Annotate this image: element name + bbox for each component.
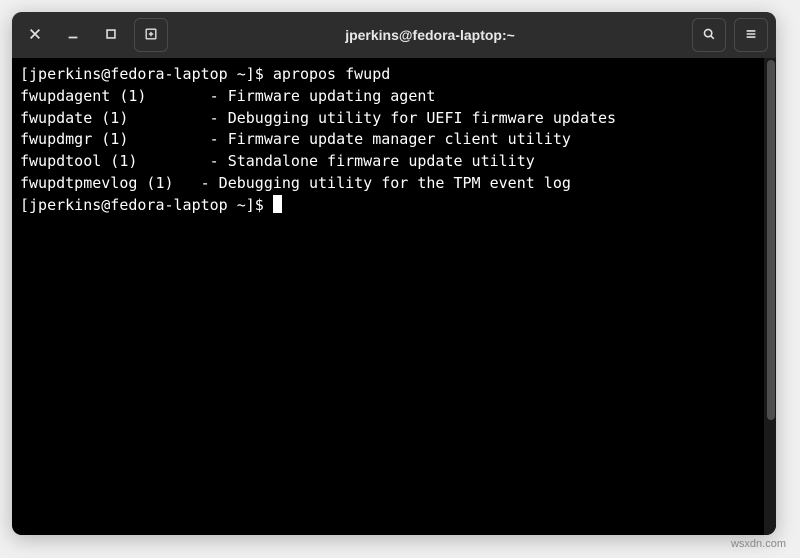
result-line: fwupdtool (1) - Standalone firmware upda…: [20, 151, 756, 173]
cursor-block: [273, 195, 282, 213]
man-desc: - Standalone firmware update utility: [210, 152, 535, 170]
close-button[interactable]: [20, 20, 50, 50]
hamburger-menu-icon: [744, 27, 758, 44]
terminal-window: jperkins@fedora-laptop:~ [jperkins@fedor…: [12, 12, 776, 535]
titlebar: jperkins@fedora-laptop:~: [12, 12, 776, 58]
shell-prompt: [jperkins@fedora-laptop ~]$: [20, 196, 273, 214]
man-desc: - Debugging utility for the TPM event lo…: [201, 174, 571, 192]
search-button[interactable]: [692, 18, 726, 52]
prompt-line: [jperkins@fedora-laptop ~]$: [20, 195, 756, 217]
maximize-icon: [104, 27, 118, 44]
scrollbar-thumb[interactable]: [767, 60, 775, 420]
terminal-area: [jperkins@fedora-laptop ~]$ apropos fwup…: [12, 58, 776, 535]
minimize-icon: [66, 27, 80, 44]
maximize-button[interactable]: [96, 20, 126, 50]
typed-command: apropos fwupd: [273, 65, 390, 83]
close-icon: [28, 27, 42, 44]
search-icon: [702, 27, 716, 44]
result-line: fwupdtpmevlog (1) - Debugging utility fo…: [20, 173, 756, 195]
menu-button[interactable]: [734, 18, 768, 52]
command-line: [jperkins@fedora-laptop ~]$ apropos fwup…: [20, 64, 756, 86]
result-line: fwupdmgr (1) - Firmware update manager c…: [20, 129, 756, 151]
terminal-output[interactable]: [jperkins@fedora-laptop ~]$ apropos fwup…: [12, 58, 764, 535]
shell-prompt: [jperkins@fedora-laptop ~]$: [20, 65, 273, 83]
man-entry: fwupdtool (1): [20, 152, 137, 170]
result-line: fwupdagent (1) - Firmware updating agent: [20, 86, 756, 108]
watermark-text: wsxdn.com: [731, 538, 786, 550]
man-entry: fwupdagent (1): [20, 87, 146, 105]
man-desc: - Firmware updating agent: [210, 87, 436, 105]
window-title: jperkins@fedora-laptop:~: [174, 27, 686, 43]
man-desc: - Debugging utility for UEFI firmware up…: [210, 109, 616, 127]
titlebar-right: [692, 18, 768, 52]
minimize-button[interactable]: [58, 20, 88, 50]
man-entry: fwupdtpmevlog (1): [20, 174, 174, 192]
man-entry: fwupdmgr (1): [20, 130, 128, 148]
result-line: fwupdate (1) - Debugging utility for UEF…: [20, 108, 756, 130]
titlebar-left: [20, 18, 168, 52]
scrollbar[interactable]: [764, 58, 776, 535]
new-tab-icon: [144, 27, 158, 44]
man-entry: fwupdate (1): [20, 109, 128, 127]
man-desc: - Firmware update manager client utility: [210, 130, 571, 148]
new-tab-button[interactable]: [134, 18, 168, 52]
